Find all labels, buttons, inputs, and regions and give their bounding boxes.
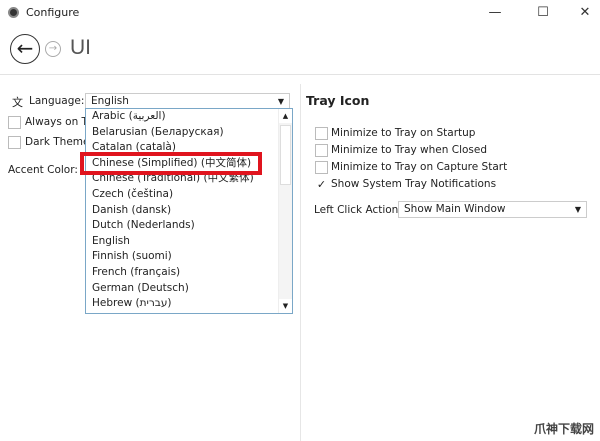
notifications-label: Show System Tray Notifications — [331, 178, 497, 190]
minimize-capture-label: Minimize to Tray on Capture Start — [331, 161, 508, 173]
notifications-checkbox[interactable]: ✓ — [315, 178, 328, 191]
header-divider — [0, 74, 600, 75]
left-click-select[interactable]: Show Main Window ▼ — [398, 201, 587, 218]
page-title: UI — [70, 36, 91, 59]
forward-button[interactable]: → — [45, 41, 61, 57]
maximize-button[interactable]: ☐ — [528, 2, 558, 24]
scrollbar[interactable]: ▲ ▼ — [278, 109, 292, 313]
language-value: English — [91, 95, 129, 107]
minimize-closed-label: Minimize to Tray when Closed — [331, 144, 488, 156]
list-item[interactable]: Danish (dansk) — [86, 203, 292, 219]
list-item[interactable]: French (français) — [86, 265, 292, 281]
always-on-top-label: Always on To — [25, 116, 93, 128]
list-item[interactable]: Hebrew (עברית) — [86, 296, 292, 312]
minimize-button[interactable]: — — [480, 2, 510, 24]
list-item[interactable]: Dutch (Nederlands) — [86, 218, 292, 234]
scroll-thumb[interactable] — [280, 125, 291, 185]
left-click-label: Left Click Action — [314, 204, 399, 216]
language-dropdown-list[interactable]: Arabic (العربية) Belarusian (Беларуская)… — [85, 108, 293, 314]
list-item[interactable]: German (Deutsch) — [86, 281, 292, 297]
back-button[interactable]: ← — [10, 34, 40, 64]
watermark: 爪神下载网 — [533, 422, 594, 436]
list-item[interactable]: Finnish (suomi) — [86, 249, 292, 265]
list-item[interactable]: English — [86, 234, 292, 250]
check-icon: ✓ — [316, 178, 327, 191]
tray-icon-heading: Tray Icon — [306, 93, 370, 108]
scroll-down-icon[interactable]: ▼ — [279, 299, 292, 313]
language-label: Language: — [29, 95, 85, 107]
highlight-box — [80, 152, 262, 175]
close-button[interactable]: ✕ — [570, 2, 600, 24]
chevron-down-icon: ▼ — [277, 97, 284, 106]
translate-icon: 文 — [12, 96, 23, 109]
minimize-startup-checkbox[interactable] — [315, 127, 328, 140]
chevron-down-icon: ▼ — [574, 205, 581, 214]
minimize-closed-checkbox[interactable] — [315, 144, 328, 157]
always-on-top-checkbox[interactable] — [8, 116, 21, 129]
scroll-up-icon[interactable]: ▲ — [279, 109, 292, 123]
dark-theme-checkbox[interactable] — [8, 136, 21, 149]
list-item[interactable]: Czech (čeština) — [86, 187, 292, 203]
dark-theme-label: Dark Theme — [25, 136, 90, 148]
minimize-startup-label: Minimize to Tray on Startup — [331, 127, 476, 139]
left-click-value: Show Main Window — [404, 203, 506, 215]
panel-divider — [300, 84, 301, 441]
accent-color-label: Accent Color: — [8, 164, 78, 176]
list-item[interactable]: Arabic (العربية) — [86, 109, 292, 125]
minimize-capture-checkbox[interactable] — [315, 161, 328, 174]
list-item[interactable]: Belarusian (Беларуская) — [86, 125, 292, 141]
app-icon — [8, 7, 19, 18]
window-title: Configure — [26, 6, 80, 19]
